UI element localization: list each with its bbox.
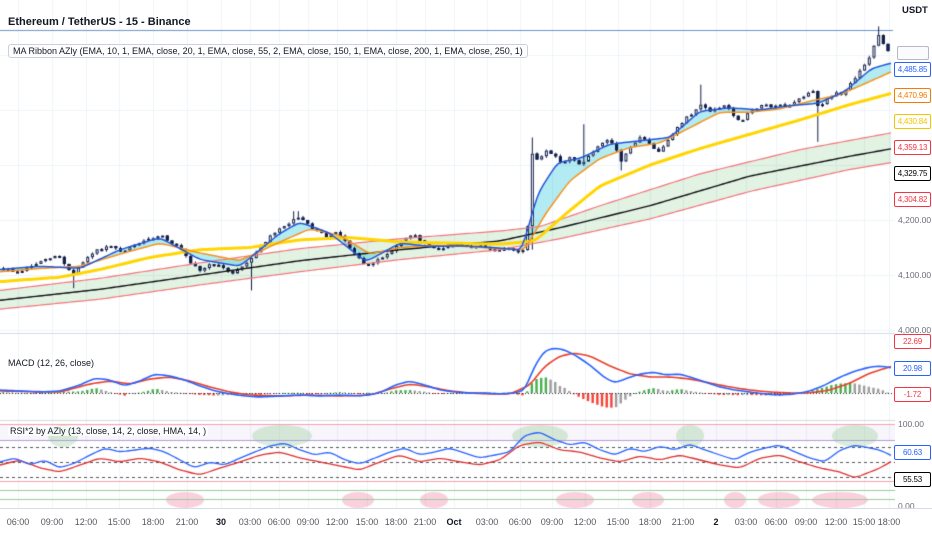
time-tick-label[interactable]: 12:00 [574, 517, 597, 527]
time-tick-label[interactable]: 21:00 [176, 517, 199, 527]
price-axis[interactable]: USDT 4,200.00 4,100.00 4,000.00 100.00 0.00 4… [894, 0, 932, 511]
day-marker-label[interactable]: 2 [713, 517, 718, 527]
ema-price-badge: 4,329.75 [894, 166, 931, 181]
time-tick-label[interactable]: 12:00 [825, 517, 848, 527]
time-tick-label[interactable]: 09:00 [41, 517, 64, 527]
ema-price-badge: 4,430.84 [894, 114, 931, 129]
y-axis-tick: 4,200.00 [898, 215, 932, 225]
time-tick-label[interactable]: 06:00 [7, 517, 30, 527]
day-marker-label[interactable]: 30 [216, 517, 226, 527]
rsi-value-badge: 55.53 [894, 472, 931, 487]
ma-ribbon-indicator-label[interactable]: MA Ribbon AZly (EMA, 10, 1, EMA, close, … [8, 44, 528, 58]
chart-window: Ethereum / TetherUS - 15 - Binance MA Ri… [0, 0, 932, 550]
day-marker-label[interactable]: Oct [446, 517, 461, 527]
macd-value-badge: -1.72 [894, 387, 931, 402]
time-tick-label[interactable]: 06:00 [765, 517, 788, 527]
time-tick-label[interactable]: 03:00 [239, 517, 262, 527]
time-tick-label[interactable]: 09:00 [541, 517, 564, 527]
time-tick-label[interactable]: 06:00 [268, 517, 291, 527]
time-axis[interactable]: 06:00 09:00 12:00 15:00 18:00 21:00 30 03:00 06:… [0, 508, 932, 550]
chart-canvas[interactable] [0, 0, 932, 550]
rsi-indicator-label[interactable]: RSI*2 by AZly (13, close, 14, 2, close, … [8, 426, 209, 436]
time-tick-label[interactable]: 21:00 [414, 517, 437, 527]
time-tick-label[interactable]: 15:00 [108, 517, 131, 527]
time-tick-label[interactable]: 15:00 [607, 517, 630, 527]
time-tick-label[interactable]: 12:00 [75, 517, 98, 527]
rsi-axis-tick: 100.00 [898, 419, 924, 429]
symbol-title[interactable]: Ethereum / TetherUS - 15 - Binance [8, 16, 191, 28]
time-tick-label[interactable]: 18:00 [878, 517, 901, 527]
time-tick-label[interactable]: 15:00 [356, 517, 379, 527]
rsi-value-badge: 60.63 [894, 445, 931, 460]
time-tick-label[interactable]: 21:00 [672, 517, 695, 527]
time-tick-label[interactable]: 06:00 [509, 517, 532, 527]
time-tick-label[interactable]: 12:00 [326, 517, 349, 527]
y-axis-tick: 4,100.00 [898, 270, 932, 280]
ema-price-badge: 4,359.13 [894, 140, 931, 155]
macd-value-badge: 22.69 [894, 334, 931, 349]
time-tick-label[interactable]: 03:00 [476, 517, 499, 527]
ema-price-badge: 4,485.85 [894, 62, 931, 77]
ema-price-badge: 4,304.82 [894, 192, 931, 207]
time-tick-label[interactable]: 18:00 [639, 517, 662, 527]
macd-indicator-label[interactable]: MACD (12, 26, close) [8, 358, 94, 368]
time-tick-label[interactable]: 09:00 [297, 517, 320, 527]
time-tick-label[interactable]: 03:00 [735, 517, 758, 527]
time-tick-label[interactable]: 15:00 [853, 517, 876, 527]
hline-price-badge [897, 46, 929, 60]
ema-price-badge: 4,470.96 [894, 88, 931, 103]
macd-value-badge: 20.98 [894, 360, 931, 376]
time-tick-label[interactable]: 18:00 [142, 517, 165, 527]
time-tick-label[interactable]: 09:00 [795, 517, 818, 527]
axis-currency-label: USDT [902, 5, 928, 16]
time-tick-label[interactable]: 18:00 [385, 517, 408, 527]
